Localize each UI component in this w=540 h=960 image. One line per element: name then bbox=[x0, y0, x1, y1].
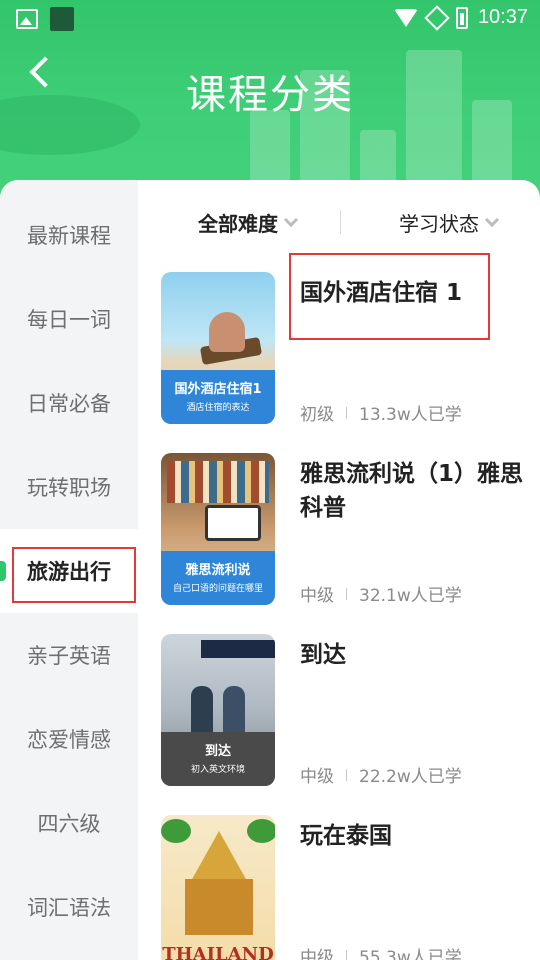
thumb-art bbox=[185, 879, 253, 935]
sidebar-item-workplace[interactable]: 玩转职场 bbox=[0, 445, 138, 529]
study-status-filter[interactable]: 学习状态 bbox=[399, 208, 500, 237]
chevron-down-icon bbox=[283, 212, 299, 227]
sidebar-item-label: 最新课程 bbox=[27, 224, 111, 248]
course-level: 中级 bbox=[300, 586, 334, 606]
thumb-title: 雅思流利说 bbox=[185, 563, 251, 578]
course-title: 到达 bbox=[300, 642, 346, 668]
page-title: 课程分类 bbox=[186, 72, 354, 118]
thumb-art bbox=[167, 461, 269, 503]
meta-separator bbox=[346, 587, 347, 600]
thumb-art bbox=[247, 819, 275, 843]
thumb-art bbox=[205, 505, 261, 541]
sidebar-item-label: 词汇语法 bbox=[27, 896, 111, 920]
meta-separator bbox=[346, 768, 347, 781]
filter-divider bbox=[340, 210, 341, 234]
sidebar-item-daily-word[interactable]: 每日一词 bbox=[0, 277, 138, 361]
course-thumbnail: 雅思流利说自己口语的问题在哪里 bbox=[161, 453, 275, 605]
thumb-title: 国外酒店住宿1 bbox=[174, 382, 262, 397]
sidebar-item-latest[interactable]: 最新课程 bbox=[0, 193, 138, 277]
image-notification-icon bbox=[16, 9, 38, 29]
status-time: 10:37 bbox=[477, 6, 528, 28]
no-signal-icon bbox=[424, 4, 450, 31]
difficulty-filter[interactable]: 全部难度 bbox=[198, 208, 299, 237]
course-level: 中级 bbox=[300, 767, 334, 787]
category-sidebar: 最新课程 每日一词 日常必备 玩转职场 旅游出行 亲子英语 恋爱情感 四六级 词… bbox=[0, 180, 138, 960]
course-learners: 55.3w人已学 bbox=[359, 948, 462, 960]
thumb-subtitle: 酒店住宿的表达 bbox=[186, 403, 250, 413]
thumb-art bbox=[209, 312, 245, 352]
sidebar-item-label: 亲子英语 bbox=[27, 644, 111, 668]
course-meta: 中级 55.3w人已学 bbox=[300, 943, 462, 960]
thumb-title: 到达 bbox=[204, 744, 231, 759]
sidebar-item-daily-essentials[interactable]: 日常必备 bbox=[0, 361, 138, 445]
sidebar-item-label: 日常必备 bbox=[27, 392, 111, 416]
meta-separator bbox=[346, 406, 347, 419]
sidebar-item-label: 恋爱情感 bbox=[27, 728, 111, 752]
thumb-subtitle: 自己口语的问题在哪里 bbox=[172, 584, 263, 594]
course-thumbnail: THAILAND bbox=[161, 815, 275, 960]
sidebar-item-cet[interactable]: 四六级 bbox=[0, 781, 138, 865]
sidebar-item-travel[interactable]: 旅游出行 bbox=[0, 529, 138, 613]
status-bar: 10:37 bbox=[0, 0, 540, 36]
chevron-down-icon bbox=[484, 212, 500, 227]
highlight-box bbox=[289, 253, 490, 340]
sidebar-item-label: 玩转职场 bbox=[27, 476, 111, 500]
thumb-art bbox=[201, 640, 275, 658]
course-thumbnail: 到达 初入英文环境 bbox=[161, 634, 275, 786]
course-item[interactable]: 雅思流利说自己口语的问题在哪里 雅思流利说（1）雅思科普 中级 32.1w人已学 bbox=[161, 453, 536, 613]
course-learners: 22.2w人已学 bbox=[359, 767, 462, 787]
sidebar-item-grammar[interactable]: 词汇语法 bbox=[0, 865, 138, 949]
thumb-art bbox=[191, 686, 213, 736]
course-item[interactable]: THAILAND 玩在泰国 中级 55.3w人已学 bbox=[161, 815, 536, 960]
course-title: 玩在泰国 bbox=[300, 823, 392, 849]
sidebar-item-parenting[interactable]: 亲子英语 bbox=[0, 613, 138, 697]
thumb-subtitle: 初入英文环境 bbox=[190, 765, 245, 775]
study-status-filter-label: 学习状态 bbox=[399, 212, 479, 236]
app-notification-icon bbox=[50, 7, 74, 31]
course-level: 初级 bbox=[300, 405, 334, 425]
thumb-art bbox=[223, 686, 245, 736]
filter-bar: 全部难度 学习状态 bbox=[138, 180, 540, 264]
course-thumbnail: 国外酒店住宿1 酒店住宿的表达 bbox=[161, 272, 275, 424]
sidebar-item-romance[interactable]: 恋爱情感 bbox=[0, 697, 138, 781]
highlight-box bbox=[12, 547, 136, 603]
course-meta: 初级 13.3w人已学 bbox=[300, 400, 462, 425]
sidebar-item-label: 四六级 bbox=[37, 812, 101, 836]
thumb-art bbox=[191, 831, 247, 881]
battery-icon bbox=[455, 6, 468, 29]
thumb-title: THAILAND bbox=[162, 944, 274, 960]
difficulty-filter-label: 全部难度 bbox=[198, 212, 278, 236]
course-learners: 13.3w人已学 bbox=[359, 405, 462, 425]
course-title: 雅思流利说（1）雅思科普 bbox=[300, 461, 524, 521]
course-meta: 中级 32.1w人已学 bbox=[300, 581, 462, 606]
course-meta: 中级 22.2w人已学 bbox=[300, 762, 462, 787]
sidebar-item-label: 每日一词 bbox=[27, 308, 111, 332]
course-level: 中级 bbox=[300, 948, 334, 960]
thumb-art bbox=[161, 819, 191, 843]
course-learners: 32.1w人已学 bbox=[359, 586, 462, 606]
meta-separator bbox=[346, 949, 347, 960]
header: 10:37 课程分类 bbox=[0, 0, 540, 200]
course-item[interactable]: 到达初入英文环境 到达 中级 22.2w人已学 bbox=[161, 634, 536, 794]
wifi-icon bbox=[393, 8, 418, 27]
